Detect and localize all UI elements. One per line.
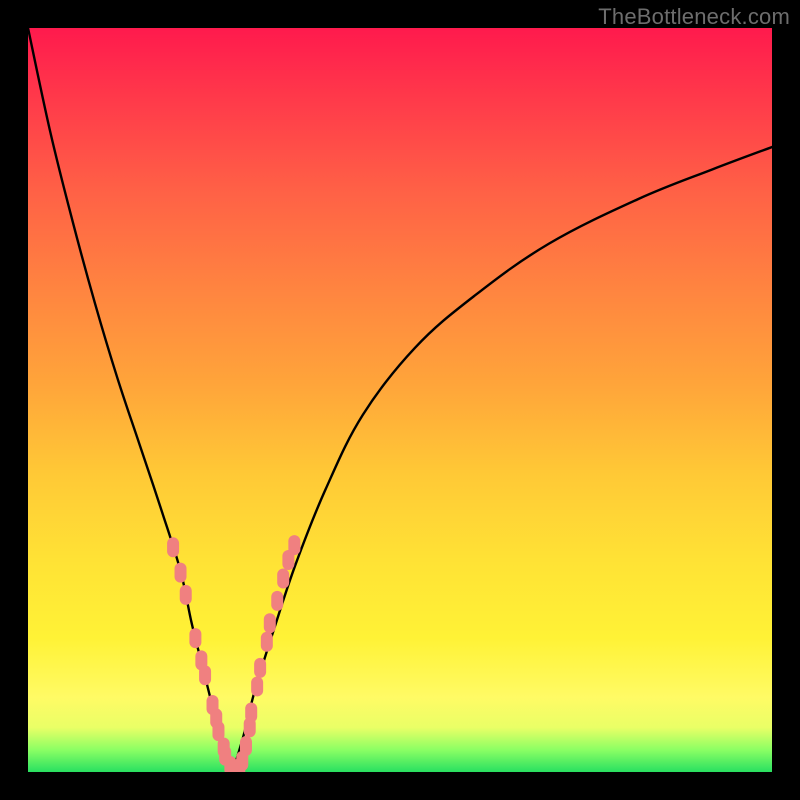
data-marker bbox=[175, 563, 187, 583]
chart-frame: TheBottleneck.com bbox=[0, 0, 800, 800]
data-marker bbox=[271, 591, 283, 611]
data-marker bbox=[251, 676, 263, 696]
data-marker bbox=[264, 613, 276, 633]
data-marker bbox=[245, 702, 257, 722]
bottleneck-curve bbox=[28, 28, 772, 772]
data-marker bbox=[288, 535, 300, 555]
data-marker bbox=[277, 569, 289, 589]
chart-svg bbox=[28, 28, 772, 772]
data-marker bbox=[261, 632, 273, 652]
watermark-text: TheBottleneck.com bbox=[598, 4, 790, 30]
data-marker bbox=[199, 665, 211, 685]
data-marker bbox=[189, 628, 201, 648]
curve-segment bbox=[233, 147, 772, 772]
plot-area bbox=[28, 28, 772, 772]
data-marker bbox=[240, 736, 252, 756]
marker-group bbox=[167, 535, 300, 772]
data-marker bbox=[254, 658, 266, 678]
data-marker bbox=[167, 537, 179, 557]
data-marker bbox=[180, 585, 192, 605]
